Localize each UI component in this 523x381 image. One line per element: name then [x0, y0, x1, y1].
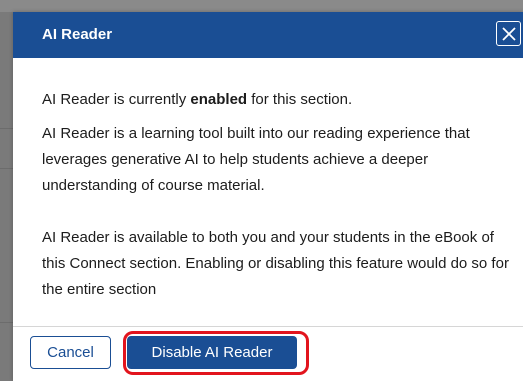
background-divider: [0, 128, 13, 129]
disable-ai-reader-button[interactable]: Disable AI Reader: [127, 336, 297, 369]
ai-reader-dialog: AI Reader AI Reader is currently enabled…: [13, 12, 523, 381]
dialog-title: AI Reader: [42, 26, 113, 43]
background-divider: [0, 168, 13, 169]
close-button[interactable]: [496, 21, 521, 46]
status-prefix: AI Reader is currently: [42, 91, 191, 108]
close-icon: [501, 26, 516, 41]
description-text: AI Reader is a learning tool built into …: [42, 125, 470, 194]
dialog-header: AI Reader: [13, 12, 523, 58]
status-suffix: for this section.: [247, 91, 353, 108]
cancel-button[interactable]: Cancel: [30, 336, 111, 369]
background-page-left: [0, 12, 13, 381]
status-value: enabled: [190, 91, 248, 108]
availability-text: AI Reader is available to both you and y…: [42, 229, 509, 298]
background-page: [0, 0, 523, 12]
background-divider: [0, 322, 13, 323]
dialog-body: AI Reader is currently enabled for this …: [42, 87, 512, 303]
status-text: AI Reader is currently enabled for this …: [42, 87, 512, 113]
